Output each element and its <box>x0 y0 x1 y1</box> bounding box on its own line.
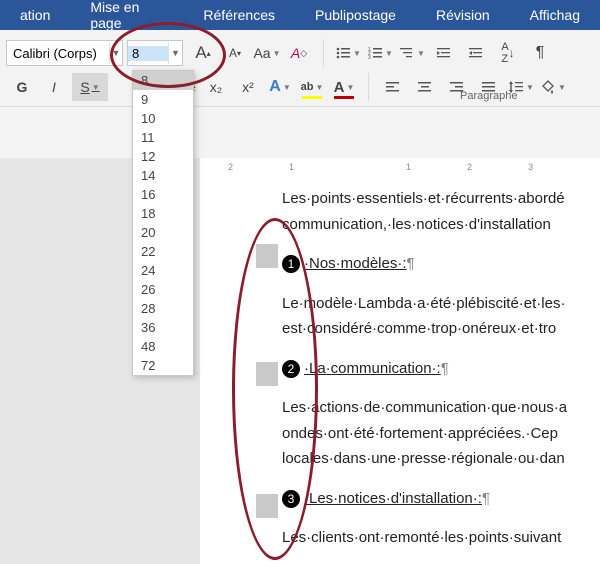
size-option[interactable]: 9 <box>133 90 193 109</box>
size-option[interactable]: 48 <box>133 337 193 356</box>
subscript-button[interactable]: x₂ <box>202 73 230 101</box>
change-case-button[interactable]: Aa▼ <box>253 39 281 67</box>
body-text[interactable]: ondes·ont·été·fortement·appréciées.·Cep <box>282 421 600 447</box>
font-size-input[interactable] <box>128 46 168 61</box>
menu-item[interactable]: Mise en page <box>70 0 183 31</box>
size-option[interactable]: 14 <box>133 166 193 185</box>
align-center-button[interactable] <box>411 73 439 101</box>
bold-button[interactable]: G <box>8 73 36 101</box>
font-size-combo[interactable]: ▼ <box>127 40 183 66</box>
size-option[interactable]: 16 <box>133 185 193 204</box>
size-option[interactable]: 10 <box>133 109 193 128</box>
increase-indent-button[interactable] <box>462 39 490 67</box>
chevron-down-icon[interactable]: ▼ <box>109 42 122 64</box>
size-option[interactable]: 11 <box>133 128 193 147</box>
body-text[interactable]: communication,·les·notices·d'installatio… <box>282 212 600 238</box>
menu-item[interactable]: Publipostage <box>295 7 416 23</box>
body-text[interactable]: Le·modèle·Lambda·a·été·plébiscité·et·les… <box>282 291 600 317</box>
sort-button[interactable]: AZ↓ <box>494 39 522 67</box>
menu-item[interactable]: ation <box>0 7 70 23</box>
ribbon: ▼ ▼ A▴ A▾ Aa▼ A◇ ▼ 123▼ ▼ AZ↓ ¶ G I S▼ a… <box>0 30 600 107</box>
decrease-indent-button[interactable] <box>430 39 458 67</box>
align-left-button[interactable] <box>379 73 407 101</box>
superscript-button[interactable]: x² <box>234 73 262 101</box>
size-option[interactable]: 20 <box>133 223 193 242</box>
size-option[interactable]: 36 <box>133 318 193 337</box>
menu-bar: ation Mise en page Références Publiposta… <box>0 0 600 30</box>
menu-item[interactable]: Références <box>183 7 295 23</box>
size-option[interactable]: 12 <box>133 147 193 166</box>
size-option[interactable]: 28 <box>133 299 193 318</box>
body-text[interactable]: est·considéré·comme·trop·onéreux·et·tro <box>282 316 600 342</box>
heading[interactable]: 2·La·communication·:¶ <box>282 356 600 382</box>
heading[interactable]: 3·Les·notices·d'installation·:¶ <box>282 486 600 512</box>
bullets-button[interactable]: ▼ <box>334 39 362 67</box>
shrink-font-button[interactable]: A▾ <box>221 39 249 67</box>
font-size-dropdown[interactable]: 8 9 10 11 12 14 16 18 20 22 24 26 28 36 … <box>132 70 194 376</box>
document-canvas[interactable]: Les·points·essentiels·et·récurrents·abor… <box>200 176 600 564</box>
size-option[interactable]: 72 <box>133 356 193 375</box>
selection-block <box>256 494 278 518</box>
shading-button[interactable]: ▼ <box>539 73 567 101</box>
grow-font-button[interactable]: A▴ <box>189 39 217 67</box>
selection-block <box>256 362 278 386</box>
body-text[interactable]: Les·clients·ont·remonté·les·points·suiva… <box>282 525 600 551</box>
size-option[interactable]: 18 <box>133 204 193 223</box>
font-color-button[interactable]: A▼ <box>330 73 358 101</box>
group-label-paragraph: Paragraphe <box>460 90 518 102</box>
chevron-down-icon[interactable]: ▼ <box>168 42 182 64</box>
font-name-input[interactable] <box>7 46 109 61</box>
multilevel-list-button[interactable]: ▼ <box>398 39 426 67</box>
size-option[interactable]: 24 <box>133 261 193 280</box>
underline-button[interactable]: S▼ <box>72 73 108 101</box>
show-marks-button[interactable]: ¶ <box>526 39 554 67</box>
horizontal-ruler[interactable]: 21123 <box>200 158 600 177</box>
size-option[interactable]: 22 <box>133 242 193 261</box>
size-option[interactable]: 26 <box>133 280 193 299</box>
font-name-combo[interactable]: ▼ <box>6 40 123 66</box>
selection-block <box>256 244 278 268</box>
svg-text:3: 3 <box>368 55 371 61</box>
heading[interactable]: 1·Nos·modèles·:¶ <box>282 251 600 277</box>
numbering-button[interactable]: 123▼ <box>366 39 394 67</box>
menu-item[interactable]: Affichag <box>510 7 600 23</box>
highlight-color-button[interactable]: ab▼ <box>298 73 326 101</box>
size-option[interactable]: 8 <box>133 71 193 90</box>
menu-item[interactable]: Révision <box>416 7 510 23</box>
body-text[interactable]: Les·actions·de·communication·que·nous·a <box>282 395 600 421</box>
italic-button[interactable]: I <box>40 73 68 101</box>
clear-formatting-button[interactable]: A◇ <box>285 39 313 67</box>
body-text[interactable]: Les·points·essentiels·et·récurrents·abor… <box>282 186 600 212</box>
text-effects-button[interactable]: A▼ <box>266 73 294 101</box>
body-text[interactable]: locales·dans·une·presse·régionale·ou·dan <box>282 446 600 472</box>
